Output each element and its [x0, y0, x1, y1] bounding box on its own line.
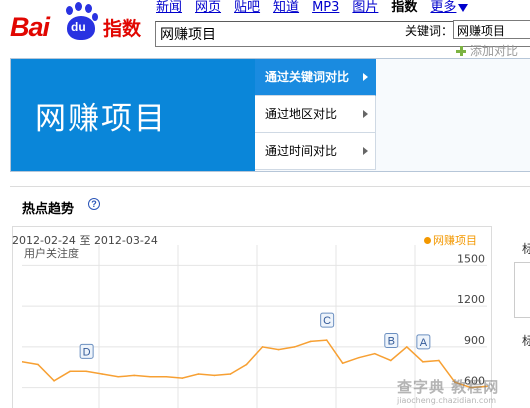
series-point — [325, 339, 328, 341]
series-point — [101, 373, 103, 375]
keyword-banner: 网赚项目 通过关键词对比 通过地区对比 通过时间对比 — [10, 58, 530, 172]
right-section-label-2: 标 — [522, 334, 530, 348]
series-point — [85, 370, 87, 373]
add-compare-link[interactable]: 添加对比 — [456, 42, 518, 59]
watermark-text: 查字典 教程网 — [397, 378, 500, 396]
series-point — [149, 375, 152, 378]
section-title: 热点趋势 — [22, 202, 75, 217]
baidu-paw-icon: du — [64, 2, 100, 42]
tab-region-compare[interactable]: 通过地区对比 — [255, 96, 376, 133]
nav-index[interactable]: 指数 — [391, 0, 417, 16]
plus-icon — [456, 46, 466, 56]
tab-keyword-compare[interactable]: 通过关键词对比 — [255, 59, 376, 96]
y-axis-label: 用户关注度 — [24, 246, 79, 260]
series-point — [293, 346, 296, 348]
right-list-box — [514, 262, 530, 318]
nav-more-label: 更多 — [430, 0, 457, 15]
keyword-panel: 网赚项目 — [11, 59, 255, 171]
series-point — [373, 352, 376, 355]
logo-bai-text: Bai — [10, 12, 50, 42]
legend-dot-icon — [424, 237, 431, 244]
tab-keyword-compare-label: 通过关键词对比 — [265, 70, 350, 84]
series-point — [53, 380, 55, 382]
series-point — [309, 340, 312, 343]
series-point — [406, 346, 408, 348]
nav-tieba[interactable]: 贴吧 — [234, 0, 260, 16]
series-point — [357, 356, 360, 359]
help-icon[interactable]: ? — [88, 198, 100, 210]
chevron-right-icon — [363, 147, 368, 155]
watermark-url: jiaocheng.chazidian.com — [397, 396, 497, 405]
tab-time-compare-label: 通过时间对比 — [265, 144, 338, 158]
triangle-down-icon — [458, 3, 469, 12]
tab-time-compare[interactable]: 通过时间对比 — [255, 133, 376, 170]
series-point — [197, 373, 200, 375]
chevron-right-icon — [363, 110, 368, 118]
watermark: 查字典 教程网 jiaocheng.chazidian.com — [397, 376, 530, 408]
baidu-index-logo[interactable]: Bai du 指数 — [10, 2, 150, 46]
series-point — [213, 374, 216, 377]
nav-images[interactable]: 图片 — [352, 0, 378, 16]
series-point — [261, 346, 264, 348]
y-tick-label: 1200 — [457, 293, 485, 306]
event-marker-label: B — [388, 335, 395, 347]
series-point — [37, 363, 39, 366]
add-compare-label: 添加对比 — [470, 44, 519, 58]
event-marker-label: D — [83, 346, 91, 358]
tab-region-compare-label: 通过地区对比 — [265, 107, 338, 121]
keyword-title: 网赚项目 — [35, 101, 167, 137]
series-point — [277, 348, 280, 351]
nav-news[interactable]: 新闻 — [156, 0, 182, 16]
y-tick-label: 900 — [464, 334, 485, 347]
series-point — [229, 373, 232, 375]
series-point — [341, 362, 344, 364]
y-tick-label: 1500 — [457, 252, 485, 265]
keyword-input[interactable]: 网赚项目 — [453, 20, 530, 39]
chevron-right-icon — [363, 73, 368, 81]
series-point — [389, 359, 392, 362]
top-nav: 新闻 网页 贴吧 知道 MP3 图片 指数 更多 — [156, 0, 481, 16]
series-point — [69, 370, 71, 373]
keyword-label: 关键词： — [405, 24, 454, 38]
nav-web[interactable]: 网页 — [195, 0, 221, 16]
compare-tabs: 通过关键词对比 通过地区对比 通过时间对比 — [255, 59, 376, 171]
nav-zhidao[interactable]: 知道 — [273, 0, 299, 16]
event-marker-label: C — [323, 315, 331, 327]
hot-trend-header: 热点趋势 ? — [10, 186, 530, 220]
series-point — [422, 361, 424, 363]
logo-zhishu-text: 指数 — [103, 18, 142, 40]
series-point — [117, 375, 120, 378]
series-point — [438, 359, 440, 362]
nav-mp3[interactable]: MP3 — [312, 0, 339, 16]
series-point — [165, 375, 168, 378]
right-section-label-1: 标 — [522, 242, 530, 256]
series-point — [245, 363, 248, 366]
nav-more[interactable]: 更多 — [430, 0, 469, 16]
series-point — [181, 377, 184, 379]
event-marker-label: A — [420, 337, 428, 349]
series-point — [133, 374, 136, 377]
